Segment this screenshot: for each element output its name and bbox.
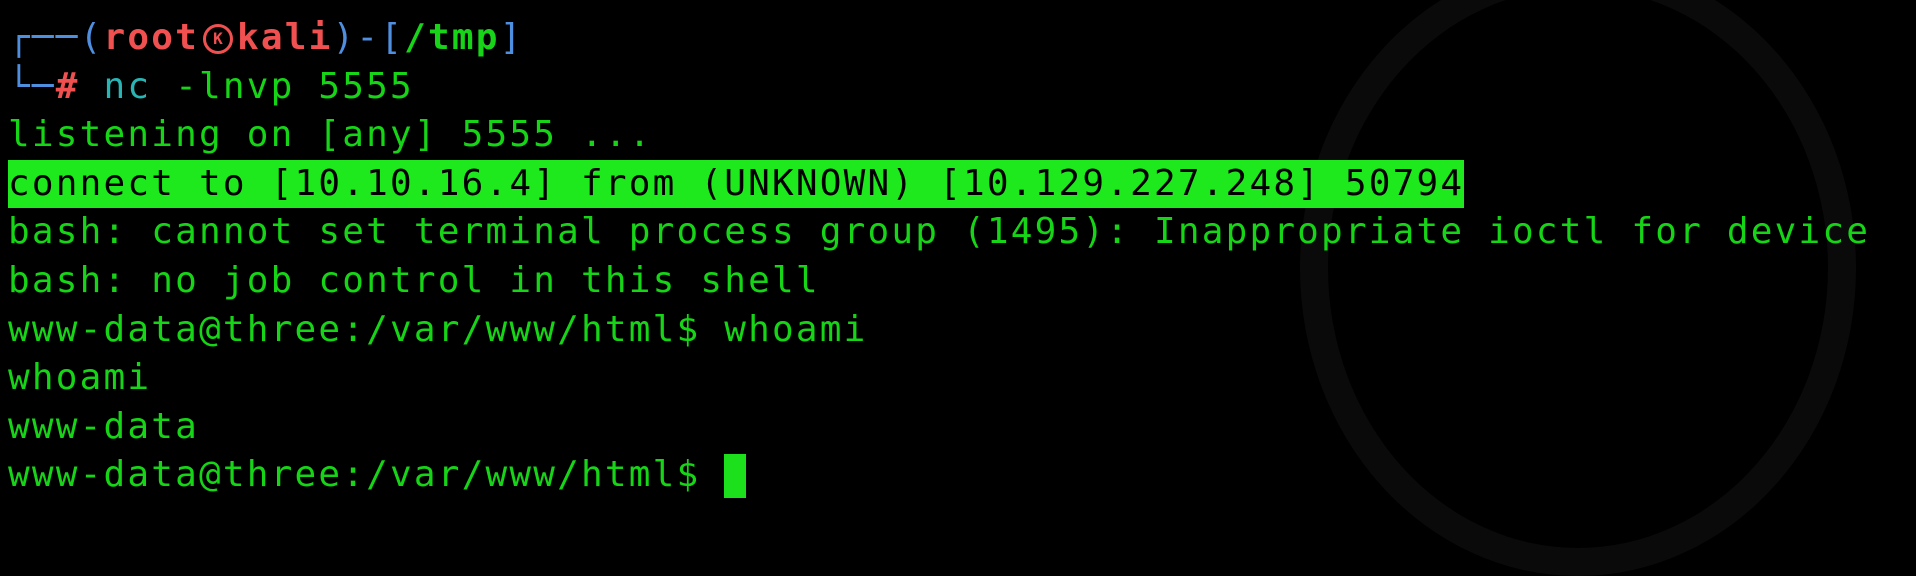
shell-prompt-whoami: www-data@three:/var/www/html$ whoami	[8, 308, 868, 350]
output-connect-highlighted: connect to [10.10.16.4] from (UNKNOWN) […	[8, 159, 1465, 209]
prompt-line-2: └─# nc -lnvp 5555	[8, 63, 1870, 112]
paren: (	[79, 17, 104, 58]
prompt-cwd: /tmp	[404, 17, 500, 58]
prompt-corner: └─	[8, 65, 56, 107]
prompt-corner: ┌──	[8, 17, 80, 58]
prompt-user: root	[103, 17, 199, 58]
bracket: ]	[499, 17, 524, 58]
output-listening: listening on [any] 5555 ...	[8, 114, 653, 156]
command-args: -lnvp 5555	[151, 65, 414, 107]
output-result: www-data	[8, 405, 199, 447]
prompt-line-1: ┌──(root Kkali)-[/tmp]	[8, 14, 1870, 63]
shell-prompt-current[interactable]: www-data@three:/var/www/html$	[8, 451, 1870, 500]
shell-prompt: www-data@three:/var/www/html$	[8, 454, 725, 496]
paren: )-[	[332, 17, 405, 58]
kali-skull-icon: K	[203, 24, 233, 54]
terminal-cursor[interactable]	[724, 454, 747, 499]
output-connect-line: connect to [10.10.16.4] from (UNKNOWN) […	[8, 159, 1870, 209]
terminal[interactable]: ┌──(root Kkali)-[/tmp] └─# nc -lnvp 5555 …	[8, 14, 1870, 500]
output-echo: whoami	[8, 357, 152, 399]
output-bash-warning-2: bash: no job control in this shell	[8, 259, 820, 301]
output-bash-warning-1: bash: cannot set terminal process group …	[8, 211, 1871, 253]
command-name: nc	[103, 65, 152, 107]
root-hash: #	[55, 65, 80, 107]
prompt-host: kali	[237, 17, 333, 58]
